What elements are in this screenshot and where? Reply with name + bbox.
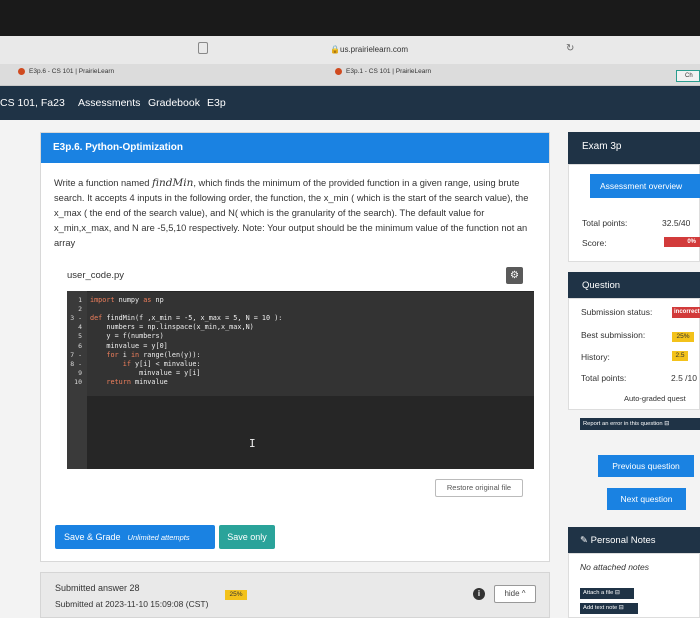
line-number: 5 xyxy=(78,332,82,341)
attach-file-label: Attach a file xyxy=(583,590,614,596)
history-badge[interactable]: 2.5 xyxy=(672,351,688,361)
code-line[interactable]: minvalue = y[i] xyxy=(90,369,200,377)
prompt-function-name: findMin xyxy=(152,177,194,189)
pencil-icon: ✎ xyxy=(580,535,588,546)
total-points-label: Total points: xyxy=(582,218,628,228)
line-number: 2 xyxy=(78,305,82,314)
next-question-button[interactable]: Next question xyxy=(607,488,686,510)
code-line[interactable]: return minvalue xyxy=(90,378,167,386)
best-submission-badge: 25% xyxy=(672,332,694,342)
prompt-text-rest: , which finds the minimum of the provide… xyxy=(54,178,529,248)
exam-header: Exam 3p xyxy=(568,132,700,164)
tab-e3p1[interactable]: E3p.1 - CS 101 | PrairieLearn xyxy=(335,68,431,75)
editor-settings-button[interactable]: ⚙ xyxy=(506,267,523,284)
reader-view-icon[interactable] xyxy=(198,42,208,54)
save-grade-label: Save & Grade xyxy=(64,532,121,542)
report-error-label: Report an error in this question xyxy=(583,421,663,427)
submission-status-label: Submission status: xyxy=(581,307,653,317)
question-total-points-value: 2.5 /10 xyxy=(671,373,697,383)
line-number: 3 - xyxy=(70,314,82,323)
personal-notes-label: Personal Notes xyxy=(590,535,656,546)
question-prompt: Write a function named findMin, which fi… xyxy=(54,176,544,251)
add-text-note-button[interactable]: Add text note ⊟ xyxy=(580,603,638,614)
score-value: 0% xyxy=(664,237,700,247)
total-points-value: 32.5/40 xyxy=(662,218,691,228)
prairielearn-favicon-icon xyxy=(335,68,342,75)
code-line[interactable]: y = f(numbers) xyxy=(90,332,163,340)
line-number: 9 xyxy=(78,368,82,377)
no-notes-text: No attached notes xyxy=(580,562,649,572)
code-filename: user_code.py xyxy=(67,270,125,281)
tab-label: E3p.6 - CS 101 | PrairieLearn xyxy=(29,68,115,75)
line-number: 8 - xyxy=(70,359,82,368)
nav-assessments[interactable]: Assessments xyxy=(78,97,140,109)
line-number: 6 xyxy=(78,341,82,350)
code-line[interactable]: if y[i] < minvalue: xyxy=(90,360,201,368)
question-total-points-label: Total points: xyxy=(581,373,627,383)
attempts-label: Unlimited attempts xyxy=(127,532,190,542)
nav-gradebook[interactable]: Gradebook xyxy=(148,97,200,109)
line-number: 4 xyxy=(78,323,82,332)
history-label: History: xyxy=(581,352,610,362)
url-text[interactable]: us.prairielearn.com xyxy=(340,45,408,54)
personal-notes-header: ✎ Personal Notes xyxy=(568,527,700,553)
best-submission-label: Best submission: xyxy=(581,330,646,340)
square-icon: ⊟ xyxy=(614,590,620,596)
question-header: Question xyxy=(568,272,700,298)
lock-icon: 🔒 xyxy=(330,45,340,54)
previous-question-button[interactable]: Previous question xyxy=(598,455,694,477)
reload-icon[interactable]: ↻ xyxy=(566,43,574,54)
line-number: 1 xyxy=(78,296,82,304)
browser-top-bar xyxy=(0,0,700,36)
assessment-overview-button[interactable]: Assessment overview xyxy=(590,174,700,198)
question-title: E3p.6. Python-Optimization xyxy=(41,133,549,163)
tab-ch[interactable]: Ch xyxy=(676,70,700,82)
code-line[interactable]: minvalue = y[0] xyxy=(90,342,167,350)
auto-graded-note: Auto-graded quest xyxy=(624,394,686,403)
site-navbar: CS 101, Fa23 Assessments Gradebook E3p xyxy=(0,86,700,120)
submitted-time: Submitted at 2023-11-10 15:09:08 (CST) xyxy=(55,599,209,609)
add-text-note-label: Add text note xyxy=(583,605,618,611)
submission-status-badge: incorrect xyxy=(672,307,700,318)
square-icon: ⊟ xyxy=(618,605,624,611)
submission-score-badge: 25% xyxy=(225,590,247,600)
nav-current-assessment[interactable]: E3p xyxy=(207,97,226,109)
square-icon: ⊟ xyxy=(664,421,670,427)
restore-original-file-button[interactable]: Restore original file xyxy=(435,479,523,497)
report-error-button[interactable]: Report an error in this question ⊟ xyxy=(580,418,700,430)
tab-e3p6[interactable]: E3p.6 - CS 101 | PrairieLearn xyxy=(18,68,114,75)
text-cursor-icon: I xyxy=(249,437,256,450)
line-number: 7 - xyxy=(70,350,82,359)
info-icon[interactable]: i xyxy=(473,588,485,600)
course-title[interactable]: CS 101, Fa23 xyxy=(0,97,65,109)
prairielearn-favicon-icon xyxy=(18,68,25,75)
tab-label: E3p.1 - CS 101 | PrairieLearn xyxy=(346,68,432,75)
code-line[interactable]: import numpy as np xyxy=(90,296,164,304)
line-number: 10 xyxy=(74,377,82,386)
save-and-grade-button[interactable]: Save & Grade Unlimited attempts xyxy=(55,525,215,549)
submitted-answer: Submitted answer 28 xyxy=(55,583,140,593)
code-line[interactable]: for i in range(len(y)): xyxy=(90,351,200,359)
code-line[interactable]: numbers = np.linspace(x_min,x_max,N) xyxy=(90,323,253,331)
hide-submission-button[interactable]: hide ^ xyxy=(494,585,536,603)
code-line[interactable]: def findMin(f ,x_min = -5, x_max = 5, N … xyxy=(90,314,282,322)
save-only-button[interactable]: Save only xyxy=(219,525,275,549)
score-label: Score: xyxy=(582,238,607,248)
gear-icon: ⚙ xyxy=(510,270,519,281)
attach-file-button[interactable]: Attach a file ⊟ xyxy=(580,588,634,599)
prompt-text-start: Write a function named xyxy=(54,178,153,188)
